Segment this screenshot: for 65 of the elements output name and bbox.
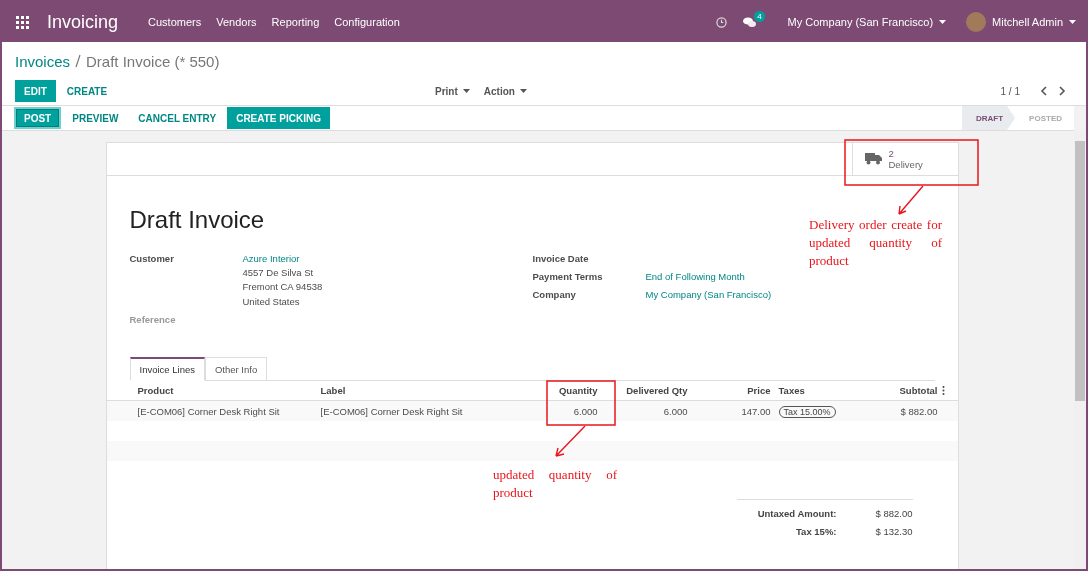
user-menu[interactable]: Mitchell Admin [966,12,1076,32]
annotation-arrow [555,425,586,457]
avatar [966,12,987,32]
table-cell-text: [E-COM06] Corner Desk Right Sit [136,405,281,417]
dropdown-button[interactable]: Action [483,85,527,97]
caret-icon [519,89,527,93]
column-header[interactable]: Taxes [774,385,847,396]
address-line: United States [242,294,301,309]
column-header[interactable]: Label [316,385,542,396]
caret-icon [462,89,470,93]
menu-item[interactable]: Vendors [216,16,257,28]
field-link[interactable]: End of Following Month [645,270,935,285]
create-link[interactable]: CREATE [57,80,117,102]
company-dropdown[interactable]: My Company (San Francisco) [787,16,947,28]
table-cell-text: 6.000 [662,405,689,417]
breadcrumb-current: Draft Invoice (* 550) [86,52,220,70]
total-label: Untaxed Amount: [756,507,837,521]
field-label: Payment Terms [532,270,604,285]
pager-counter: 1 / 1 [1000,85,1020,97]
status-stage[interactable]: DRAFT [962,106,1016,130]
menu-item[interactable]: Configuration [334,16,400,28]
field-label: Company [532,288,577,303]
address-line: Fremont CA 94538 [242,280,324,295]
field-link[interactable]: My Company (San Francisco) [645,288,935,303]
field-label: Invoice Date [532,252,590,266]
tab[interactable]: Other Info [204,357,268,381]
annotation-note: Delivery order create for updated quantity of product [809,216,942,270]
annotation-note: updated quantity of product [493,466,617,502]
more-options-icon[interactable] [941,386,945,395]
column-header[interactable]: Price [691,385,775,396]
truck-icon [864,153,882,165]
menu-item[interactable]: Reporting [271,16,320,28]
table-cell-text: 147.00 [740,405,772,417]
annotation-arrow [898,185,924,215]
field-label: Reference [129,312,177,327]
menu-item[interactable]: Customers [148,16,202,28]
apps-grid-icon[interactable] [16,15,29,29]
column-header[interactable]: Delivered Qty [601,385,692,396]
invoice-title: Draft Invoice [129,206,265,234]
column-header[interactable]: Product [133,385,317,396]
column-header[interactable]: Quantity [541,385,602,396]
total-label: Tax 15%: [795,525,837,539]
dropdown-button[interactable]: Print [435,85,470,97]
slash-separator-icon [75,54,82,68]
app-title: Invoicing [47,11,119,33]
address-line: 4557 De Silva St [242,266,315,281]
clock-icon[interactable] [715,16,727,28]
scrollbar-thumb[interactable] [1075,141,1085,401]
table-cell-text: $ 882.00 [899,405,939,417]
header-button[interactable]: CANCEL ENTRY [129,107,226,129]
chat-icon[interactable] [742,16,756,28]
table-cell-text: 6.000 [572,405,599,417]
breadcrumb-link[interactable]: Invoices [15,52,71,70]
column-header[interactable]: Subtotal [846,385,942,396]
field-link[interactable]: Azure Interior [242,252,533,267]
header-button[interactable]: PREVIEW [63,107,128,129]
highlight-frame [546,380,616,426]
tab[interactable]: Invoice Lines [129,357,205,381]
table-cell-text: [E-COM06] Corner Desk Right Sit [319,405,464,417]
caret-icon [1069,20,1076,24]
caret-icon [939,20,947,24]
total-value: $ 882.00 [874,507,913,521]
total-value: $ 132.30 [874,525,913,539]
field-label: Customer [129,252,175,266]
message-count-badge: 4 [754,10,765,22]
